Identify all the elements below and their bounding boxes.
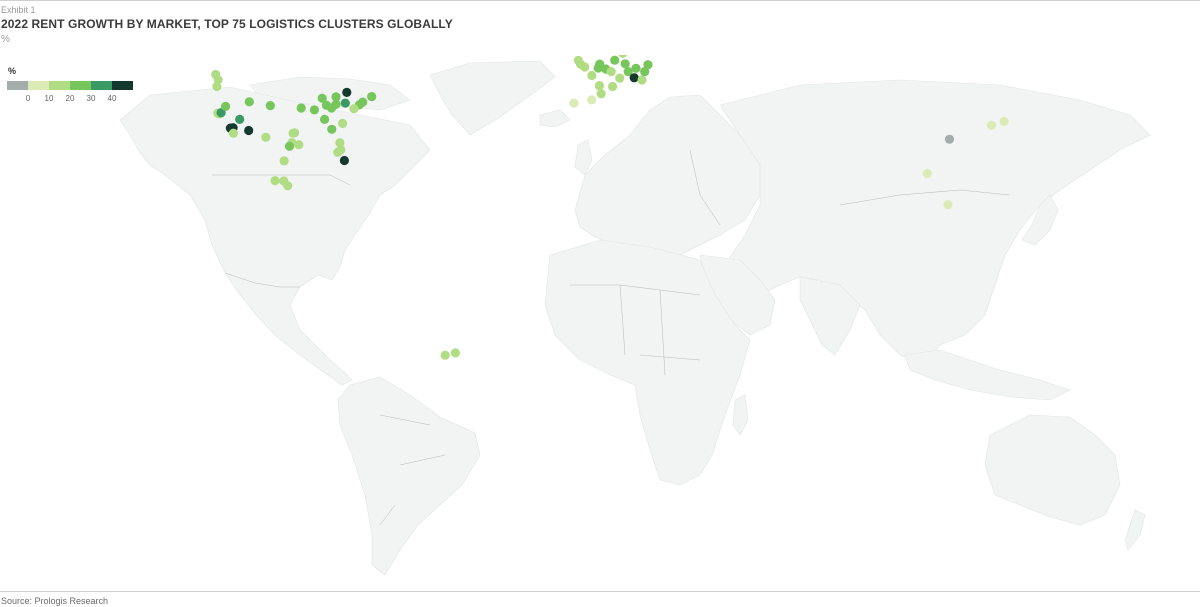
market-marker[interactable] — [349, 104, 359, 114]
market-marker[interactable] — [944, 134, 955, 144]
market-marker[interactable] — [279, 156, 289, 166]
land-new-zealand — [1124, 509, 1146, 551]
market-marker[interactable] — [367, 92, 377, 102]
market-marker[interactable] — [279, 176, 289, 186]
market-marker[interactable] — [610, 55, 620, 65]
market-marker[interactable] — [587, 95, 597, 105]
market-marker[interactable] — [244, 125, 254, 136]
top-divider — [0, 0, 1200, 1]
market-marker[interactable] — [339, 155, 349, 166]
market-marker[interactable] — [594, 81, 605, 91]
market-marker[interactable] — [284, 141, 295, 151]
market-marker[interactable] — [265, 101, 275, 111]
market-marker[interactable] — [631, 63, 641, 73]
market-marker[interactable] — [340, 98, 350, 108]
land-iceland — [539, 109, 571, 128]
source-note: Source: Prologis Research — [1, 596, 109, 606]
market-marker[interactable] — [587, 70, 597, 81]
market-marker[interactable] — [575, 59, 586, 69]
market-marker[interactable] — [640, 67, 650, 77]
market-marker[interactable] — [618, 55, 628, 58]
land-indonesia — [904, 349, 1071, 401]
market-marker[interactable] — [450, 348, 460, 358]
market-marker[interactable] — [228, 128, 238, 138]
market-marker[interactable] — [235, 114, 245, 124]
market-marker[interactable] — [986, 120, 997, 130]
market-marker[interactable] — [569, 98, 579, 108]
market-marker[interactable] — [336, 145, 346, 155]
page: Exhibit 1 2022 RENT GROWTH BY MARKET, TO… — [0, 0, 1200, 607]
land-asia — [719, 79, 1151, 366]
unit-label: % — [1, 34, 10, 45]
market-marker[interactable] — [320, 114, 330, 124]
market-marker[interactable] — [294, 140, 304, 150]
market-marker[interactable] — [270, 176, 280, 186]
world-map — [119, 55, 1151, 576]
market-marker[interactable] — [338, 118, 348, 128]
chart-title: 2022 RENT GROWTH BY MARKET, TOP 75 LOGIS… — [1, 17, 453, 31]
market-marker[interactable] — [615, 73, 625, 83]
bottom-divider — [0, 591, 1200, 592]
land-australia — [984, 414, 1121, 526]
market-marker[interactable] — [212, 81, 222, 92]
market-marker[interactable] — [326, 103, 337, 113]
market-marker[interactable] — [327, 124, 337, 134]
land-layer — [119, 60, 1151, 576]
exhibit-label: Exhibit 1 — [1, 5, 36, 15]
market-marker[interactable] — [342, 87, 352, 97]
market-marker[interactable] — [629, 73, 639, 83]
market-marker[interactable] — [288, 128, 298, 138]
market-marker[interactable] — [596, 89, 606, 99]
market-marker[interactable] — [922, 168, 932, 179]
market-marker[interactable] — [261, 132, 271, 142]
market-marker[interactable] — [309, 105, 319, 115]
land-uk — [574, 139, 593, 176]
land-madagascar — [732, 394, 749, 436]
market-marker[interactable] — [331, 92, 341, 102]
market-marker[interactable] — [999, 116, 1009, 126]
market-marker[interactable] — [244, 97, 254, 107]
market-marker[interactable] — [606, 67, 616, 77]
market-marker[interactable] — [943, 200, 953, 210]
market-marker[interactable] — [358, 97, 368, 107]
market-marker[interactable] — [296, 103, 306, 113]
market-marker[interactable] — [637, 75, 647, 85]
market-marker[interactable] — [440, 350, 450, 360]
land-south-america — [337, 376, 481, 576]
land-greenland — [429, 60, 556, 136]
market-marker[interactable] — [221, 101, 231, 111]
market-marker[interactable] — [608, 81, 618, 92]
land-north-america — [119, 86, 431, 386]
